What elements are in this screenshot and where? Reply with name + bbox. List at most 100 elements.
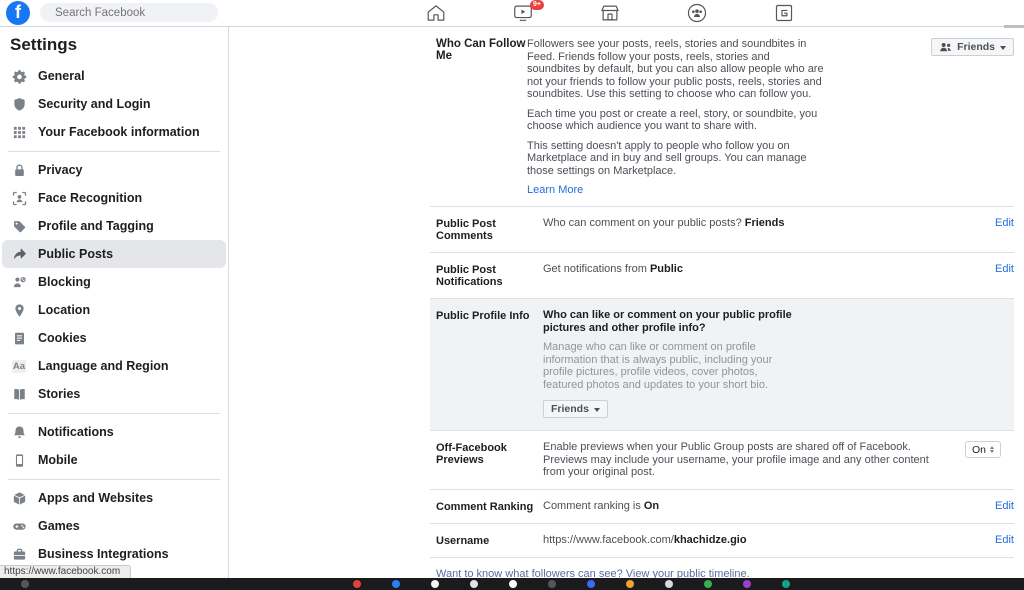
watch-badge: 9+	[530, 0, 544, 10]
profile-info-audience-button[interactable]: Friends	[543, 400, 608, 418]
face-scan-icon	[11, 190, 27, 206]
sidebar-item-notifications[interactable]: Notifications	[2, 418, 226, 446]
sidebar-item-language-and-region[interactable]: Aa Language and Region	[2, 352, 226, 380]
sidebar-item-cookies[interactable]: Cookies	[2, 324, 226, 352]
row-description: Comment ranking is On	[543, 500, 995, 513]
taskbar-app-icon[interactable]	[21, 580, 29, 588]
taskbar-app-icon[interactable]	[743, 580, 751, 588]
comment-ranking-row: Comment Ranking Comment ranking is On Edi…	[430, 488, 1014, 523]
location-pin-icon	[11, 302, 27, 318]
taskbar-app-icon[interactable]	[704, 580, 712, 588]
sidebar-item-label: Public Posts	[38, 247, 114, 261]
select-value: On	[972, 443, 987, 456]
sidebar-item-label: Stories	[38, 387, 81, 401]
taskbar-app-icon[interactable]	[665, 580, 673, 588]
audience-button-label: Friends	[551, 402, 589, 415]
groups-nav-button[interactable]	[686, 2, 708, 24]
sidebar-item-label: Privacy	[38, 163, 83, 177]
marketplace-nav-button[interactable]	[599, 2, 621, 24]
sidebar-item-label: Security and Login	[38, 97, 151, 111]
off-facebook-previews-select[interactable]: On	[965, 441, 1002, 458]
gaming-nav-button[interactable]	[773, 2, 795, 24]
taskbar-app-icon[interactable]	[431, 580, 439, 588]
watch-nav-button[interactable]: 9+	[512, 0, 544, 24]
taskbar-app-icon[interactable]	[509, 580, 517, 588]
search-box[interactable]	[40, 3, 218, 22]
marketplace-icon	[601, 5, 619, 21]
sidebar-item-public-posts[interactable]: Public Posts	[2, 240, 226, 268]
gamepad-icon	[11, 518, 27, 534]
row-label: Public Post Notifications	[436, 264, 503, 288]
sidebar-item-general[interactable]: General	[2, 62, 226, 90]
sidebar-item-business-integrations[interactable]: Business Integrations	[2, 540, 226, 568]
sidebar-item-label: Your Facebook information	[38, 125, 200, 139]
follow-audience-button[interactable]: Friends	[931, 38, 1014, 56]
settings-sidebar: Settings General Security and Login Your…	[0, 27, 229, 578]
sidebar-item-label: Cookies	[38, 331, 87, 345]
lock-icon	[11, 162, 27, 178]
facebook-logo[interactable]: f	[6, 1, 30, 25]
document-icon	[11, 330, 27, 346]
sidebar-item-security-and-login[interactable]: Security and Login	[2, 90, 226, 118]
home-nav-button[interactable]	[425, 2, 447, 24]
sidebar-item-apps-and-websites[interactable]: Apps and Websites	[2, 484, 226, 512]
grid-icon	[11, 124, 27, 140]
briefcase-icon	[11, 546, 27, 562]
public-profile-info-row: Public Profile Info Who can like or comm…	[430, 298, 1014, 430]
tag-icon	[11, 218, 27, 234]
learn-more-link[interactable]: Learn More	[527, 184, 583, 196]
chevron-down-icon	[593, 407, 600, 415]
page-title: Settings	[10, 35, 78, 54]
sidebar-item-label: Apps and Websites	[38, 491, 154, 505]
top-bar: f 9+	[0, 0, 1024, 28]
row-description-text: Who can comment on your public posts?	[543, 217, 742, 229]
sidebar-item-label: Location	[38, 303, 91, 317]
edit-link[interactable]: Edit	[995, 534, 1014, 546]
edit-link[interactable]: Edit	[995, 217, 1014, 229]
sidebar-item-your-facebook-information[interactable]: Your Facebook information	[2, 118, 226, 146]
public-post-notifications-row: Public Post Notifications Get notificati…	[430, 252, 1014, 298]
edit-link[interactable]: Edit	[995, 263, 1014, 275]
sidebar-item-face-recognition[interactable]: Face Recognition	[2, 184, 226, 212]
browser-status-url: https://www.facebook.com	[0, 565, 132, 578]
sidebar-divider	[8, 479, 220, 480]
shield-icon	[11, 96, 27, 112]
sidebar-item-stories[interactable]: Stories	[2, 380, 226, 408]
public-posts-settings-panel: Who Can Follow Me Followers see your pos…	[430, 27, 1014, 578]
chevron-down-icon	[1000, 45, 1006, 53]
taskbar	[0, 578, 1024, 590]
sidebar-item-blocking[interactable]: Blocking	[2, 268, 226, 296]
sidebar-item-label: Blocking	[38, 275, 91, 289]
sidebar-item-label: Business Integrations	[38, 547, 169, 561]
horizontal-scrollbar-thumb[interactable]	[1004, 25, 1024, 28]
search-input[interactable]	[55, 6, 209, 19]
taskbar-app-icon[interactable]	[353, 580, 361, 588]
sidebar-item-mobile[interactable]: Mobile	[2, 446, 226, 474]
top-nav: 9+	[425, 0, 795, 24]
row-label: Public Post Comments	[436, 218, 496, 242]
taskbar-app-icon[interactable]	[587, 580, 595, 588]
taskbar-app-icon[interactable]	[470, 580, 478, 588]
view-public-timeline-link[interactable]: View your public timeline.	[626, 568, 750, 579]
book-icon	[11, 386, 27, 402]
sidebar-divider	[8, 413, 220, 414]
sidebar-item-privacy[interactable]: Privacy	[2, 156, 226, 184]
gaming-icon	[775, 4, 793, 22]
edit-link[interactable]: Edit	[995, 500, 1014, 512]
share-icon	[11, 246, 27, 262]
taskbar-app-icon[interactable]	[548, 580, 556, 588]
profile-info-description: Manage who can like or comment on profil…	[543, 341, 773, 391]
sidebar-item-games[interactable]: Games	[2, 512, 226, 540]
follow-paragraph-1: Followers see your posts, reels, stories…	[527, 38, 824, 100]
section-label: Who Can Follow Me	[436, 38, 526, 62]
friends-icon	[940, 42, 951, 51]
taskbar-app-icon[interactable]	[626, 580, 634, 588]
sidebar-item-profile-and-tagging[interactable]: Profile and Tagging	[2, 212, 226, 240]
row-description-text: Get notifications from	[543, 263, 647, 275]
sidebar-item-location[interactable]: Location	[2, 296, 226, 324]
follow-paragraph-2: Each time you post or create a reel, sto…	[527, 107, 818, 133]
taskbar-app-icon[interactable]	[392, 580, 400, 588]
row-description-value: On	[643, 499, 660, 512]
language-icon: Aa	[11, 359, 27, 373]
taskbar-app-icon[interactable]	[782, 580, 790, 588]
